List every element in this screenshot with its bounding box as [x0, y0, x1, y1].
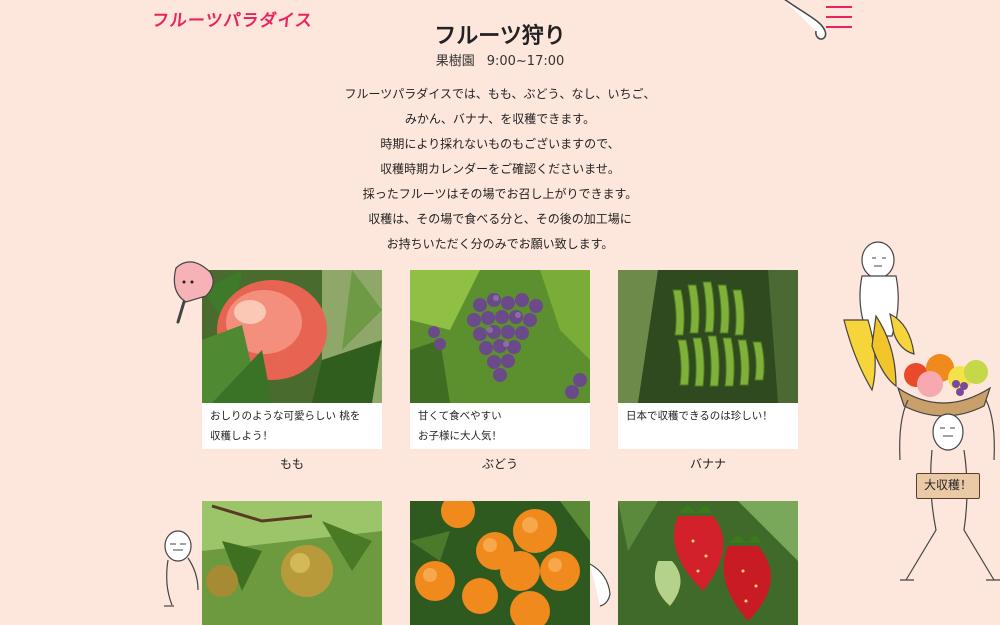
hours-value: 9:00~17:00 [486, 54, 565, 69]
caption-line: おしりのような可愛らしい 桃を [210, 410, 361, 422]
fruit-name: もも [279, 457, 304, 471]
character-peeking-illustration [164, 530, 199, 607]
caption-line: 日本で収穫できるのは珍しい！ [626, 410, 773, 422]
caption-line: 収穫しよう！ [210, 430, 273, 442]
intro-line: 収穫時期カレンダーをご確認くださいませ。 [380, 162, 620, 176]
intro-line: 収穫は、その場で食べる分と、その後の加工場に [368, 212, 632, 226]
pear-photo [202, 501, 382, 625]
mandarin-photo [410, 501, 590, 625]
fruit-card-grape[interactable]: 甘くて食べやすい お子様に大人気！ ぶどう [410, 270, 590, 472]
orchard-hours: 果樹園 9:00~17:00 [0, 50, 1000, 69]
fruit-card-strawberry[interactable] [618, 501, 798, 625]
banana-photo [618, 270, 798, 403]
fruit-caption: おしりのような可愛らしい 桃を 収穫しよう！ [202, 403, 382, 449]
page-title: フルーツ狩り [434, 24, 566, 49]
intro-text: フルーツパラダイスでは、もも、ぶどう、なし、いちご、 みかん、バナナ、を収穫でき… [0, 82, 1000, 257]
fruit-card-peach[interactable]: おしりのような可愛らしい 桃を 収穫しよう！ もも [202, 270, 382, 472]
fruit-card-banana[interactable]: 日本で収穫できるのは珍しい！ バナナ [618, 270, 798, 472]
caption-line: お子様に大人気！ [418, 430, 502, 442]
intro-line: 時期により採れないものもございますので、 [380, 137, 620, 151]
fruit-card-pear[interactable] [202, 501, 382, 625]
hours-label: 果樹園 [435, 54, 475, 69]
harvest-sign: 大収穫！ [916, 473, 980, 499]
fruit-card-mandarin[interactable] [410, 501, 590, 625]
grape-photo [410, 270, 590, 403]
menu-line [826, 6, 852, 8]
peach-photo [202, 270, 382, 403]
fruit-name: バナナ [689, 457, 726, 471]
fruit-caption: 甘くて食べやすい お子様に大人気！ [410, 403, 590, 449]
intro-line: フルーツパラダイスでは、もも、ぶどう、なし、いちご、 [344, 87, 656, 101]
character-hand-illustration [589, 563, 611, 607]
strawberry-photo [618, 501, 798, 625]
intro-line: 採ったフルーツはその場でお召し上がりできます。 [362, 187, 638, 201]
character-carrying-fruit-basket-illustration [843, 241, 1000, 581]
fruit-caption: 日本で収穫できるのは珍しい！ [618, 403, 798, 449]
intro-line: みかん、バナナ、を収穫できます。 [404, 112, 596, 126]
peach-character-illustration [173, 261, 214, 324]
fruit-name: ぶどう [481, 457, 518, 471]
caption-line: 甘くて食べやすい [418, 410, 502, 422]
